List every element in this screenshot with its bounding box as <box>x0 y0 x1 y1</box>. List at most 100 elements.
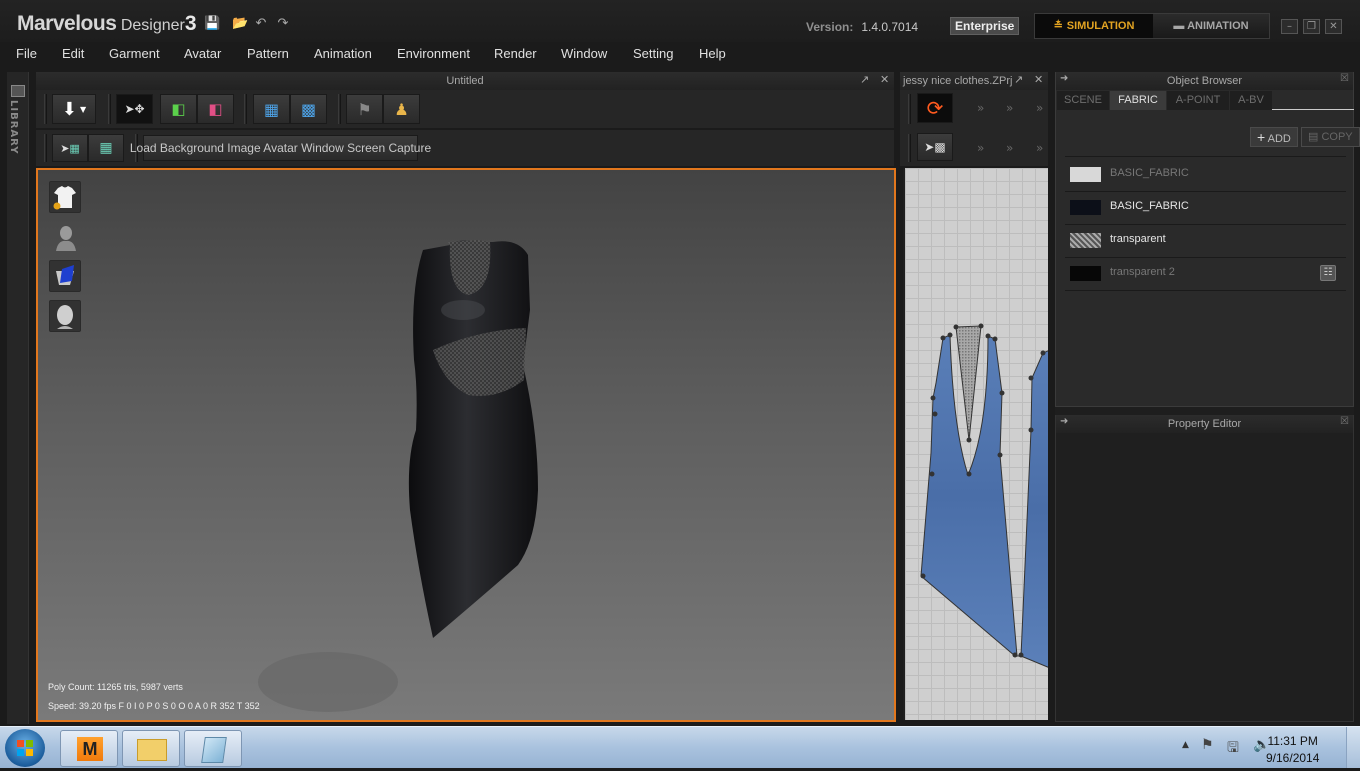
redo-icon[interactable]: ↷ <box>275 17 291 31</box>
viewport-2d[interactable] <box>903 168 1048 720</box>
plus-icon: + <box>1257 129 1266 145</box>
library-tab[interactable]: LIBRARY <box>8 100 19 155</box>
copy-fabric-button[interactable]: ▤ COPY <box>1301 127 1360 147</box>
menu-edit[interactable]: Edit <box>62 46 84 61</box>
tab-fabric[interactable]: FABRIC <box>1110 91 1166 110</box>
dock-arrow-icon[interactable]: ➜ <box>1060 416 1068 427</box>
add-garment-select-button[interactable]: ◧ <box>160 94 197 124</box>
fabric-item[interactable]: BASIC_FABRIC <box>1065 159 1346 192</box>
avatar-select-button[interactable]: ♟ <box>383 94 420 124</box>
menu-render[interactable]: Render <box>494 46 537 61</box>
menu-file[interactable]: File <box>16 46 37 61</box>
menu-garment[interactable]: Garment <box>109 46 160 61</box>
fabric-item[interactable]: transparent <box>1065 225 1346 258</box>
network-icon[interactable]: 🖫 <box>1227 737 1239 761</box>
texture-select-button[interactable]: ➤▦ <box>52 134 88 162</box>
fabric-swatch <box>1070 266 1101 281</box>
menu-avatar[interactable]: Avatar <box>184 46 221 61</box>
simulate-button[interactable]: ⟳ <box>917 93 953 123</box>
taskbar-explorer[interactable] <box>122 730 180 767</box>
action-center-flag-icon[interactable]: ⚑ <box>1201 737 1214 753</box>
toolbar-overflow-icon[interactable]: » <box>977 101 984 115</box>
open-folder-icon[interactable]: 📂 <box>232 17 248 31</box>
garment-split-button[interactable]: ▦ <box>253 94 290 124</box>
screen-capture-button[interactable]: Load Background Image Avatar Window Scre… <box>130 135 431 161</box>
windows-taskbar: M ▲ ⚑ 🖫 🔈 11:31 PM 9/16/2014 <box>0 726 1360 768</box>
taskbar-notepad[interactable] <box>184 730 242 767</box>
menu-window[interactable]: Window <box>561 46 607 61</box>
toolbar-separator <box>108 94 111 124</box>
clock-time: 11:31 PM <box>1267 734 1318 748</box>
camera-icon: ▬ <box>1173 20 1185 32</box>
select-move-button[interactable]: ➤✥ <box>116 94 153 124</box>
version-info: Version: 1.4.0.7014 <box>806 20 918 34</box>
menu-pattern[interactable]: Pattern <box>247 46 289 61</box>
garment-pin-button[interactable]: ◧ <box>197 94 234 124</box>
start-button[interactable] <box>5 729 45 767</box>
dock-arrow-icon[interactable]: ➜ <box>1060 73 1068 84</box>
pattern-mesh-piece[interactable] <box>955 325 982 441</box>
toolbar-overflow-icon[interactable]: » <box>1006 141 1013 155</box>
avatar-motion-button[interactable]: ⚑ <box>346 94 383 124</box>
toolbar-overflow-icon[interactable]: » <box>977 141 984 155</box>
viewport3d-title: Untitled <box>446 75 484 87</box>
fabric-name: transparent <box>1110 233 1166 245</box>
panel-close-icon[interactable]: ✕ <box>880 73 889 86</box>
restore-button[interactable]: ❐ <box>1303 19 1320 34</box>
windows-logo-icon <box>17 740 33 756</box>
viewport-3d[interactable]: Poly Count: 11265 tris, 5987 verts Speed… <box>36 168 896 722</box>
garment-fold-button[interactable]: ▩ <box>290 94 327 124</box>
animation-mode-button[interactable]: ▬ ANIMATION <box>1153 14 1269 38</box>
delete-fabric-icon[interactable]: ☷ <box>1320 265 1336 281</box>
tshirt-fold-icon: ▩ <box>300 99 317 119</box>
edition-badge: Enterprise <box>950 17 1020 35</box>
fabric-swatch <box>1070 167 1101 182</box>
menu-setting[interactable]: Setting <box>633 46 673 61</box>
garment-pink-icon: ◧ <box>208 100 223 118</box>
system-clock[interactable]: 11:31 PM 9/16/2014 <box>1266 733 1319 767</box>
toolbar-overflow-icon[interactable]: » <box>1006 101 1013 115</box>
tab-a-point[interactable]: A-POINT <box>1167 91 1229 110</box>
minimize-button[interactable]: – <box>1281 19 1298 34</box>
fabric-item[interactable]: transparent 2 ☷ <box>1065 258 1346 291</box>
fabric-item[interactable]: BASIC_FABRIC <box>1065 192 1346 225</box>
toolbar-separator <box>244 94 247 124</box>
menu-environment[interactable]: Environment <box>397 46 470 61</box>
show-hidden-icons[interactable]: ▲ <box>1182 740 1189 750</box>
transform-pattern-button[interactable]: ➤▩ <box>917 133 953 161</box>
show-desktop-button[interactable] <box>1346 727 1360 768</box>
tab-a-bv[interactable]: A-BV <box>1230 91 1272 110</box>
library-image-icon <box>11 85 25 97</box>
panel-close-icon[interactable]: ☒ <box>1340 416 1349 427</box>
speed-readout: Speed: 39.20 fps F 0 I 0 P 0 S 0 O 0 A 0… <box>48 701 260 711</box>
close-button[interactable]: ✕ <box>1325 19 1342 34</box>
pattern-back-piece[interactable] <box>1020 350 1048 668</box>
menu-help[interactable]: Help <box>699 46 726 61</box>
simulation-mode-button[interactable]: ≛ SIMULATION <box>1035 14 1153 38</box>
mode-switch: ≛ SIMULATION ▬ ANIMATION <box>1034 13 1270 39</box>
menu-animation[interactable]: Animation <box>314 46 372 61</box>
tab-scene[interactable]: SCENE <box>1057 91 1109 110</box>
panel-close-icon[interactable]: ☒ <box>1340 73 1349 84</box>
toolbar-overflow-icon[interactable]: » <box>1036 101 1043 115</box>
toolbar-overflow-icon[interactable]: » <box>1036 141 1043 155</box>
fabric-name: transparent 2 <box>1110 266 1175 278</box>
texture-pattern-icon: ▦ <box>99 140 113 156</box>
undock-icon[interactable]: ↗ <box>860 73 869 86</box>
add-fabric-button[interactable]: + ADD <box>1250 127 1298 147</box>
panel-close-icon[interactable]: ✕ <box>1034 73 1043 86</box>
undo-icon[interactable]: ↶ <box>253 17 269 31</box>
avatar-shadow <box>258 652 398 712</box>
toolbar-grip <box>44 134 47 162</box>
garment-3d-model[interactable] <box>38 170 894 720</box>
undock-icon[interactable]: ↗ <box>1014 73 1023 86</box>
texture-edit-button[interactable]: ▦ <box>88 134 124 162</box>
cursor-pattern-icon: ➤▩ <box>924 140 946 154</box>
property-editor-title: Property Editor <box>1167 418 1242 430</box>
save-icon[interactable]: 💾 <box>204 17 220 31</box>
library-strip[interactable] <box>7 72 29 724</box>
dress-body <box>408 240 538 638</box>
taskbar-marvelous-designer[interactable]: M <box>60 730 118 767</box>
pattern-pieces[interactable] <box>905 168 1048 720</box>
simulation-dropdown-button[interactable]: ⬇ ▼ <box>52 94 96 124</box>
